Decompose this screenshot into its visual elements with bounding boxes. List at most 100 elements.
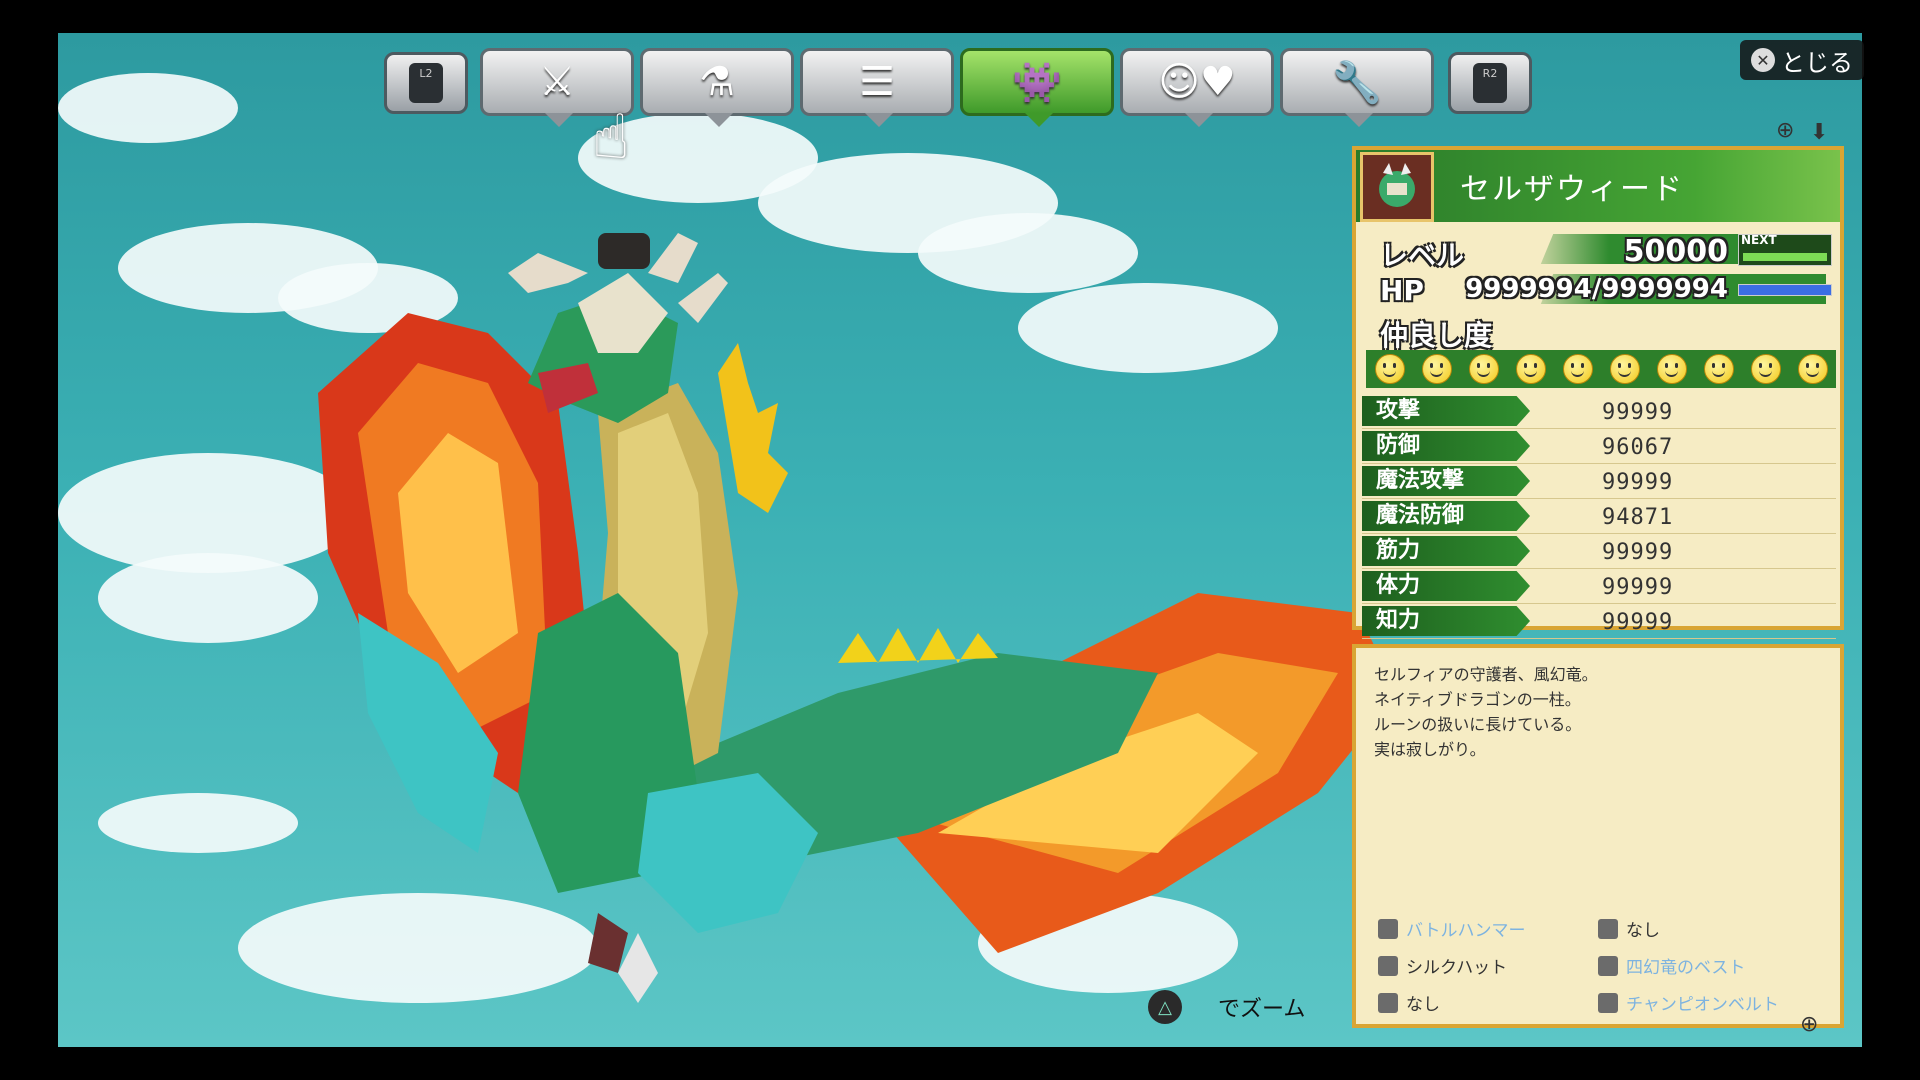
zoom-out-icon[interactable]: ⊕ xyxy=(1800,1012,1818,1037)
belt-icon xyxy=(1598,992,1618,1013)
weapon-icon xyxy=(1378,918,1398,939)
stat-row: 体力 99999 xyxy=(1362,569,1836,604)
equipment-slot[interactable]: チャンピオンベルト xyxy=(1598,990,1818,1015)
monster-name: セルザウィード xyxy=(1460,172,1684,207)
cloud xyxy=(98,553,318,643)
description-line: 実は寂しがり。 xyxy=(1374,740,1486,759)
description-text: セルフィアの守護者、風幻竜。 ネイティブドラゴンの一柱。 ルーンの扱いに長けている。… xyxy=(1374,662,1598,762)
friendship-tab[interactable]: ☺♥ xyxy=(1120,48,1274,127)
stat-value: 99999 xyxy=(1602,400,1674,425)
equipment-label: なし xyxy=(1406,995,1440,1015)
scroll-up-arrow-icon[interactable]: ⬇ xyxy=(1810,120,1828,145)
level-value: 50000 xyxy=(1623,234,1728,269)
smiley-face-icon xyxy=(1656,354,1687,384)
pointing-hand-cursor-icon: ☝ xyxy=(592,100,630,173)
stat-row: 防御 96067 xyxy=(1362,429,1836,464)
stat-value: 99999 xyxy=(1602,470,1674,495)
zoom-hint-label: でズーム xyxy=(1218,997,1306,1022)
stat-row: 魔法防御 94871 xyxy=(1362,499,1836,534)
cloud xyxy=(98,793,298,853)
stat-value: 99999 xyxy=(1602,540,1674,565)
friendship-meter xyxy=(1366,350,1836,388)
settings-tab[interactable]: 🔧 xyxy=(1280,48,1434,127)
stat-label: 体力 xyxy=(1362,571,1530,601)
wrench-icon: 🔧 xyxy=(1332,59,1382,106)
equipment-label: バトルハンマー xyxy=(1406,921,1526,941)
armor-icon xyxy=(1598,955,1618,976)
next-label: NEXT xyxy=(1741,233,1777,247)
smiley-face-icon xyxy=(1562,354,1593,384)
close-label: とじる xyxy=(1781,48,1853,77)
level-row: レベル 50000 NEXT xyxy=(1366,230,1838,272)
smiley-face-icon xyxy=(1421,354,1452,384)
prev-tab-button[interactable]: L2 xyxy=(384,52,468,114)
stat-row: 攻撃 99999 xyxy=(1362,394,1836,429)
description-line: ネイティブドラゴンの一柱。 xyxy=(1374,690,1581,709)
smiley-face-icon xyxy=(1515,354,1546,384)
stat-row: 知力 99999 xyxy=(1362,604,1836,639)
stat-label: 魔法防御 xyxy=(1362,501,1530,531)
smiley-face-icon xyxy=(1750,354,1781,384)
triangle-button-icon: △ xyxy=(1148,990,1182,1024)
accessory-icon xyxy=(1598,918,1618,939)
monster-pair-icon: 👾 xyxy=(1012,59,1062,106)
equipment-slot[interactable]: バトルハンマー xyxy=(1378,916,1598,941)
stat-value: 96067 xyxy=(1602,435,1674,460)
equipment-grid: バトルハンマー なし シルクハット 四幻竜のベスト なし チャンピオンベルト xyxy=(1378,916,1818,1015)
equipment-slot[interactable]: 四幻竜のベスト xyxy=(1598,953,1818,978)
sword-shield-icon: ⚔ xyxy=(539,59,575,105)
l2-button-icon: L2 xyxy=(409,63,443,103)
stat-label: 筋力 xyxy=(1362,536,1530,566)
close-button[interactable]: ✕ とじる xyxy=(1740,40,1864,80)
equipment-label: チャンピオンベルト xyxy=(1626,995,1779,1015)
friendship-row: 仲良し度 xyxy=(1366,310,1838,352)
r2-button-icon: R2 xyxy=(1473,63,1507,103)
next-exp-fill xyxy=(1743,253,1827,261)
shield-icon xyxy=(1378,992,1398,1013)
equipment-label: 四幻竜のベスト xyxy=(1626,958,1746,978)
next-exp-gauge: NEXT xyxy=(1738,233,1832,266)
friendship-label: 仲良し度 xyxy=(1380,319,1493,352)
hp-label: HP xyxy=(1380,274,1424,307)
stat-label: 攻撃 xyxy=(1362,396,1530,426)
smiley-face-icon xyxy=(1797,354,1828,384)
stat-label: 防御 xyxy=(1362,431,1530,461)
smiley-face-icon xyxy=(1468,354,1499,384)
name-bar: セルザウィード xyxy=(1356,150,1840,222)
cross-button-icon: ✕ xyxy=(1751,48,1775,72)
stats-list: 攻撃 99999 防御 96067 魔法攻撃 99999 魔法防御 94871 筋力 99999 体… xyxy=(1362,394,1836,639)
cloud xyxy=(58,73,238,143)
smiley-face-icon xyxy=(1609,354,1640,384)
stat-row: 魔法攻撃 99999 xyxy=(1362,464,1836,499)
records-tab[interactable]: ☰ xyxy=(800,48,954,127)
potion-hammer-icon: ⚗ xyxy=(699,59,735,105)
description-panel: セルフィアの守護者、風幻竜。 ネイティブドラゴンの一柱。 ルーンの扱いに長けている。… xyxy=(1352,644,1844,1028)
smiley-face-icon xyxy=(1703,354,1734,384)
equipment-label: シルクハット xyxy=(1406,958,1508,978)
dragon-model[interactable] xyxy=(298,233,1418,1047)
items-tab[interactable]: ⚗ xyxy=(640,48,794,127)
equipment-slot[interactable]: シルクハット xyxy=(1378,953,1598,978)
next-tab-button[interactable]: R2 xyxy=(1448,52,1532,114)
stat-label: 知力 xyxy=(1362,606,1530,636)
stat-label: 魔法攻撃 xyxy=(1362,466,1530,496)
zoom-hint: △ でズーム xyxy=(1148,990,1305,1024)
status-panel: セルザウィード レベル 50000 NEXT HP 9999994/999999… xyxy=(1352,146,1844,639)
stat-value: 99999 xyxy=(1602,610,1674,635)
description-line: セルフィアの守護者、風幻竜。 xyxy=(1374,665,1598,684)
smiley-face-icon xyxy=(1374,354,1405,384)
stat-value: 99999 xyxy=(1602,575,1674,600)
monsters-tab[interactable]: 👾 xyxy=(960,48,1114,127)
hp-row: HP 9999994/9999994 xyxy=(1366,270,1838,310)
stat-value: 94871 xyxy=(1602,505,1674,530)
level-label: レベル xyxy=(1380,239,1465,272)
description-line: ルーンの扱いに長けている。 xyxy=(1374,715,1582,734)
document-icon: ☰ xyxy=(859,59,895,105)
hp-value: 9999994/9999994 xyxy=(1465,274,1728,304)
hp-fill xyxy=(1739,285,1831,295)
hp-gauge xyxy=(1738,284,1832,296)
equipment-slot[interactable]: なし xyxy=(1598,916,1818,941)
stat-row: 筋力 99999 xyxy=(1362,534,1836,569)
zoom-in-icon[interactable]: ⊕ xyxy=(1776,118,1794,143)
equipment-slot[interactable]: なし xyxy=(1378,990,1598,1015)
